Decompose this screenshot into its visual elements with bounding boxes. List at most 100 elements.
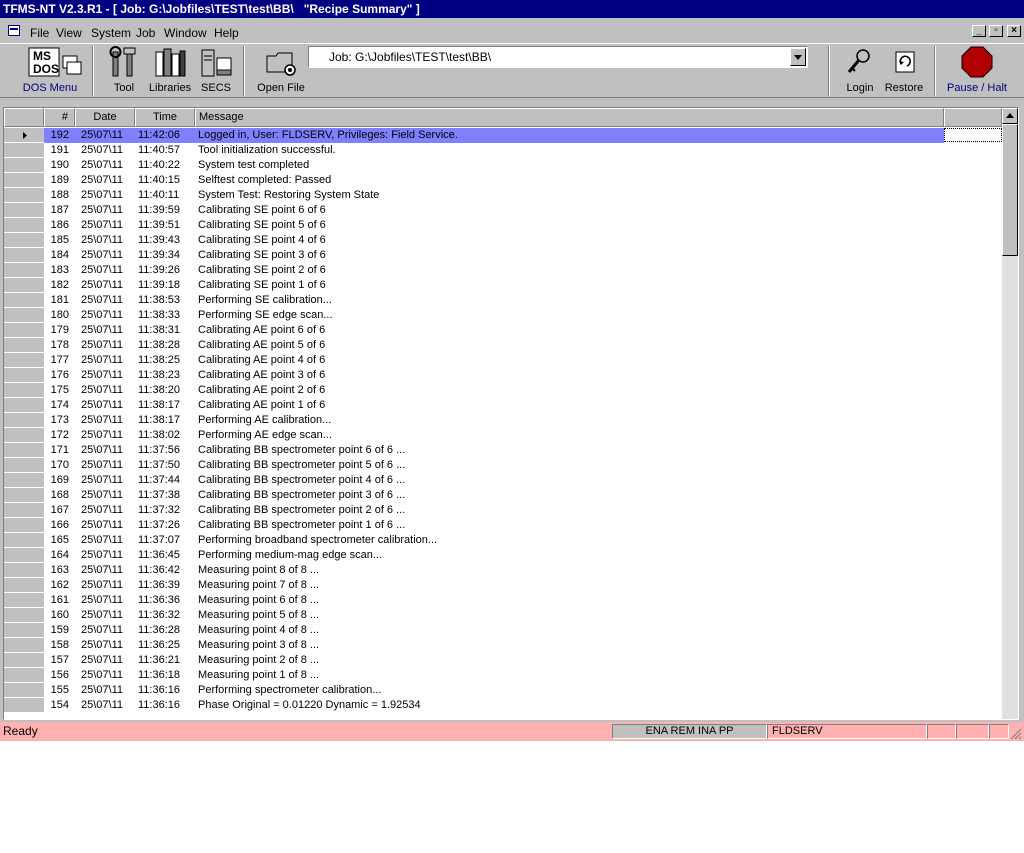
- row-indicator[interactable]: [4, 488, 44, 503]
- row-indicator[interactable]: [4, 683, 44, 698]
- table-row[interactable]: 172 25\07\11 11:38:02 Performing AE edge sc…: [4, 428, 1004, 443]
- row-indicator[interactable]: [4, 338, 44, 353]
- header-message[interactable]: Message: [195, 108, 944, 127]
- row-indicator[interactable]: [4, 248, 44, 263]
- table-row[interactable]: 174 25\07\11 11:38:17 Calibrating AE point …: [4, 398, 1004, 413]
- row-indicator[interactable]: [4, 308, 44, 323]
- row-indicator[interactable]: [4, 443, 44, 458]
- table-row[interactable]: 176 25\07\11 11:38:23 Calibrating AE point …: [4, 368, 1004, 383]
- menu-view[interactable]: View: [56, 26, 82, 40]
- open-file-button[interactable]: Open File: [254, 46, 308, 94]
- row-indicator[interactable]: [4, 638, 44, 653]
- table-row[interactable]: 177 25\07\11 11:38:25 Calibrating AE point …: [4, 353, 1004, 368]
- focus-cell[interactable]: [944, 128, 1002, 142]
- table-row[interactable]: 190 25\07\11 11:40:22 System test completed: [4, 158, 1004, 173]
- header-number[interactable]: #: [44, 108, 75, 127]
- table-row[interactable]: 166 25\07\11 11:37:26 Calibrating BB spectr…: [4, 518, 1004, 533]
- row-indicator[interactable]: [4, 428, 44, 443]
- row-indicator[interactable]: [4, 188, 44, 203]
- row-indicator[interactable]: [4, 668, 44, 683]
- row-indicator[interactable]: [4, 698, 44, 713]
- table-row[interactable]: 160 25\07\11 11:36:32 Measuring point 5 of …: [4, 608, 1004, 623]
- row-indicator[interactable]: [4, 563, 44, 578]
- row-indicator[interactable]: [4, 608, 44, 623]
- tool-button[interactable]: Tool: [104, 46, 144, 94]
- restore-window-icon[interactable]: ▫: [989, 25, 1003, 37]
- pause-halt-button[interactable]: Pause / Halt: [944, 46, 1010, 94]
- row-indicator[interactable]: [4, 233, 44, 248]
- table-row[interactable]: 162 25\07\11 11:36:39 Measuring point 7 of …: [4, 578, 1004, 593]
- table-row[interactable]: 169 25\07\11 11:37:44 Calibrating BB spectr…: [4, 473, 1004, 488]
- table-row[interactable]: 181 25\07\11 11:38:53 Performing SE calibra…: [4, 293, 1004, 308]
- dos-menu-button[interactable]: MS DOS DOS Menu: [16, 46, 84, 94]
- restore-button[interactable]: Restore: [882, 46, 926, 94]
- row-indicator[interactable]: [4, 293, 44, 308]
- row-indicator[interactable]: [4, 203, 44, 218]
- table-row[interactable]: 164 25\07\11 11:36:45 Performing medium-mag…: [4, 548, 1004, 563]
- row-indicator[interactable]: [4, 578, 44, 593]
- row-indicator[interactable]: [4, 218, 44, 233]
- table-row[interactable]: 159 25\07\11 11:36:28 Measuring point 4 of …: [4, 623, 1004, 638]
- table-row[interactable]: 158 25\07\11 11:36:25 Measuring point 3 of …: [4, 638, 1004, 653]
- header-date[interactable]: Date: [75, 108, 135, 127]
- row-indicator[interactable]: [4, 278, 44, 293]
- table-row[interactable]: 184 25\07\11 11:39:34 Calibrating SE point …: [4, 248, 1004, 263]
- table-row[interactable]: 178 25\07\11 11:38:28 Calibrating AE point …: [4, 338, 1004, 353]
- table-row[interactable]: 163 25\07\11 11:36:42 Measuring point 8 of …: [4, 563, 1004, 578]
- table-row[interactable]: 179 25\07\11 11:38:31 Calibrating AE point …: [4, 323, 1004, 338]
- scroll-up-icon[interactable]: [1002, 108, 1018, 124]
- table-row[interactable]: 168 25\07\11 11:37:38 Calibrating BB spectr…: [4, 488, 1004, 503]
- vertical-scrollbar[interactable]: [1002, 108, 1018, 719]
- row-indicator[interactable]: [4, 353, 44, 368]
- menu-window[interactable]: Window: [164, 26, 207, 40]
- table-row[interactable]: 165 25\07\11 11:37:07 Performing broadband …: [4, 533, 1004, 548]
- table-row[interactable]: 171 25\07\11 11:37:56 Calibrating BB spectr…: [4, 443, 1004, 458]
- table-row[interactable]: 180 25\07\11 11:38:33 Performing SE edge sc…: [4, 308, 1004, 323]
- row-indicator[interactable]: [4, 503, 44, 518]
- table-row[interactable]: 191 25\07\11 11:40:57 Tool initialization s…: [4, 143, 1004, 158]
- message-log-table[interactable]: # Date Time Message 192 25\07\11 11:42:06 L…: [3, 107, 1019, 720]
- row-indicator[interactable]: [4, 623, 44, 638]
- row-indicator[interactable]: [4, 653, 44, 668]
- row-indicator[interactable]: [4, 593, 44, 608]
- table-row[interactable]: 185 25\07\11 11:39:43 Calibrating SE point …: [4, 233, 1004, 248]
- table-row[interactable]: 189 25\07\11 11:40:15 Selftest completed: P…: [4, 173, 1004, 188]
- menu-system[interactable]: System: [91, 26, 131, 40]
- row-indicator[interactable]: [4, 323, 44, 338]
- menu-file[interactable]: File: [30, 26, 49, 40]
- menu-help[interactable]: Help: [214, 26, 239, 40]
- table-row[interactable]: 187 25\07\11 11:39:59 Calibrating SE point …: [4, 203, 1004, 218]
- mdi-document-icon[interactable]: [8, 25, 20, 36]
- table-row[interactable]: 154 25\07\11 11:36:16 Phase Original = 0.01…: [4, 698, 1004, 713]
- row-indicator[interactable]: [4, 173, 44, 188]
- job-path-dropdown[interactable]: Job: G:\Jobfiles\TEST\test\BB\: [308, 46, 808, 68]
- row-indicator[interactable]: [4, 548, 44, 563]
- table-row[interactable]: 186 25\07\11 11:39:51 Calibrating SE point …: [4, 218, 1004, 233]
- table-row[interactable]: 170 25\07\11 11:37:50 Calibrating BB spectr…: [4, 458, 1004, 473]
- table-row[interactable]: 183 25\07\11 11:39:26 Calibrating SE point …: [4, 263, 1004, 278]
- row-indicator[interactable]: [4, 368, 44, 383]
- table-row-selected[interactable]: 192 25\07\11 11:42:06 Logged in, User: FLDS…: [4, 128, 1004, 143]
- row-indicator[interactable]: [4, 533, 44, 548]
- close-icon[interactable]: ×: [1007, 25, 1021, 37]
- table-row[interactable]: 188 25\07\11 11:40:11 System Test: Restorin…: [4, 188, 1004, 203]
- resize-grip-icon[interactable]: [1010, 728, 1022, 740]
- row-indicator[interactable]: [4, 263, 44, 278]
- row-indicator[interactable]: [4, 473, 44, 488]
- row-indicator[interactable]: [4, 158, 44, 173]
- scroll-thumb[interactable]: [1002, 124, 1018, 256]
- table-row[interactable]: 175 25\07\11 11:38:20 Calibrating AE point …: [4, 383, 1004, 398]
- table-row[interactable]: 173 25\07\11 11:38:17 Performing AE calibra…: [4, 413, 1004, 428]
- row-indicator[interactable]: [4, 458, 44, 473]
- login-button[interactable]: Login: [840, 46, 880, 94]
- row-indicator[interactable]: [4, 398, 44, 413]
- table-row[interactable]: 156 25\07\11 11:36:18 Measuring point 1 of …: [4, 668, 1004, 683]
- table-row[interactable]: 155 25\07\11 11:36:16 Performing spectromet…: [4, 683, 1004, 698]
- table-row[interactable]: 161 25\07\11 11:36:36 Measuring point 6 of …: [4, 593, 1004, 608]
- minimize-icon[interactable]: _: [972, 25, 986, 37]
- row-indicator[interactable]: [4, 383, 44, 398]
- table-row[interactable]: 157 25\07\11 11:36:21 Measuring point 2 of …: [4, 653, 1004, 668]
- row-indicator[interactable]: [4, 518, 44, 533]
- secs-button[interactable]: SECS: [196, 46, 236, 94]
- table-row[interactable]: 182 25\07\11 11:39:18 Calibrating SE point …: [4, 278, 1004, 293]
